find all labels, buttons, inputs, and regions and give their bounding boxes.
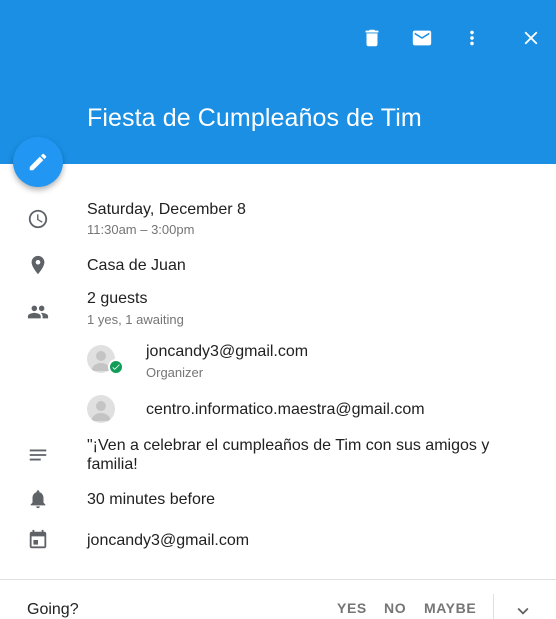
close-icon[interactable]: [517, 24, 545, 52]
guests-summary: 1 yes, 1 awaiting: [87, 312, 184, 327]
event-location[interactable]: Casa de Juan: [87, 257, 186, 275]
event-reminder: 30 minutes before: [87, 491, 216, 508]
accepted-check-icon: [108, 359, 124, 375]
event-calendar: joncandy3@gmail.com: [87, 532, 250, 549]
delete-icon[interactable]: [358, 24, 386, 52]
people-icon: [26, 300, 50, 324]
clock-icon: [26, 207, 50, 231]
event-date: Saturday, December 8: [87, 201, 246, 218]
event-header: Fiesta de Cumpleaños de Tim: [0, 0, 556, 164]
divider: [493, 594, 494, 619]
event-title: Fiesta de Cumpleaños de Tim: [87, 104, 422, 132]
guests-title: 2 guests: [87, 290, 148, 307]
avatar: [87, 395, 115, 423]
guest-role: Organizer: [146, 365, 204, 380]
event-time: 11:30am – 3:00pm: [87, 222, 195, 237]
location-pin-icon: [26, 253, 50, 277]
chevron-down-icon[interactable]: [512, 600, 534, 619]
more-vert-icon[interactable]: [458, 24, 486, 52]
email-icon[interactable]: [408, 24, 436, 52]
rsvp-yes-button[interactable]: YES: [337, 600, 367, 616]
guest-email[interactable]: joncandy3@gmail.com: [146, 343, 308, 361]
event-description: "¡Ven a celebrar el cumpleaños de Tim co…: [87, 437, 490, 473]
edit-icon: [29, 153, 47, 171]
description-icon: [26, 443, 50, 467]
rsvp-maybe-button[interactable]: MAYBE: [424, 600, 476, 616]
rsvp-no-button[interactable]: NO: [384, 600, 406, 616]
guest-email[interactable]: centro.informatico.maestra@gmail.com: [146, 401, 425, 419]
going-label: Going?: [27, 601, 79, 618]
bell-icon: [26, 487, 50, 511]
calendar-icon: [26, 528, 50, 552]
edit-button[interactable]: [13, 137, 63, 187]
divider: [0, 579, 556, 580]
